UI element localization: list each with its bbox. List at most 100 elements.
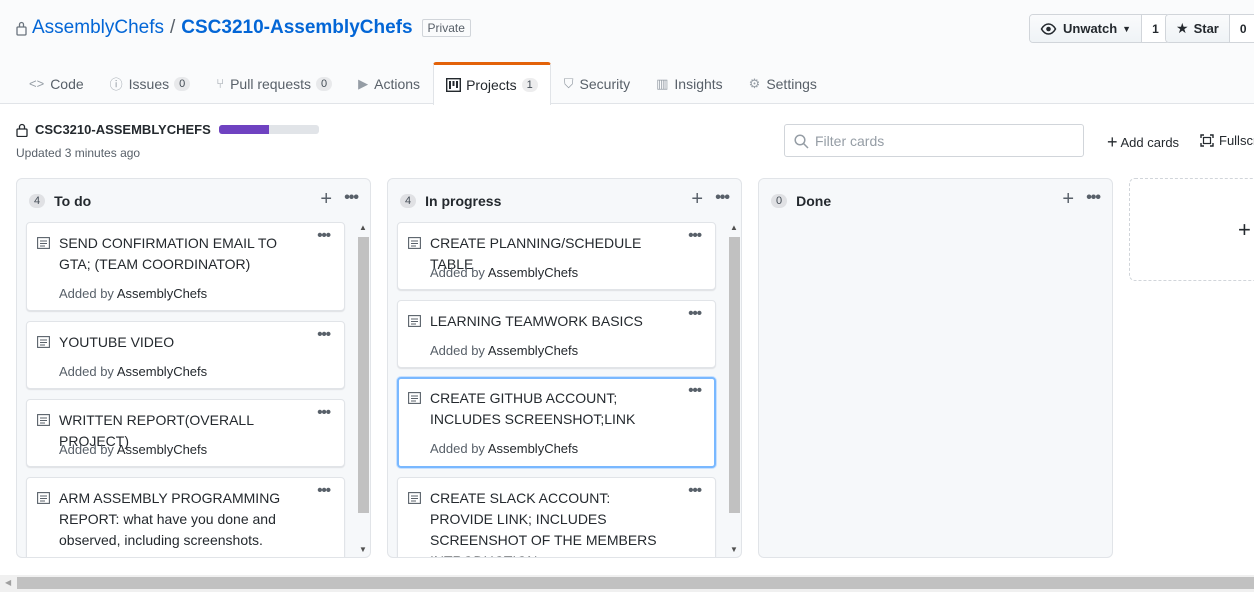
lock-icon [16, 21, 27, 36]
star-count[interactable]: 0 [1228, 15, 1254, 42]
card[interactable]: LEARNING TEAMWORK BASICS Added by Assemb… [397, 300, 716, 368]
scroll-up-arrow-icon[interactable]: ▲ [730, 223, 738, 232]
column-scrollbar[interactable]: ▲ ▼ [729, 223, 740, 557]
column-menu-icon[interactable]: ••• [1086, 189, 1101, 207]
tab-actions[interactable]: ▶ Actions [345, 62, 433, 104]
add-card-icon[interactable]: + [691, 188, 703, 211]
card-text: CREATE SLACK ACCOUNT: PROVIDE LINK; INCL… [430, 490, 657, 557]
scrollbar-thumb[interactable] [358, 237, 369, 513]
card[interactable]: YOUTUBE VIDEO Added by AssemblyChefs ••• [26, 321, 345, 389]
card[interactable]: CREATE SLACK ACCOUNT: PROVIDE LINK; INCL… [397, 477, 716, 557]
card-menu-icon[interactable]: ••• [317, 227, 331, 244]
tab-code-label: Code [50, 75, 84, 92]
card-added-by: Added by AssemblyChefs [430, 343, 578, 358]
shield-icon: ⛉ [563, 75, 574, 91]
column-scrollbar[interactable]: ▲ ▼ [358, 223, 369, 557]
added-by-prefix: Added by [430, 441, 485, 456]
tab-actions-label: Actions [374, 75, 421, 92]
unwatch-label: Unwatch [1063, 21, 1118, 36]
added-by-user[interactable]: AssemblyChefs [488, 343, 578, 358]
column-header: 0 Done + ••• [771, 188, 1101, 211]
card-menu-icon[interactable]: ••• [317, 482, 331, 499]
column-header: 4 In progress + ••• [400, 188, 730, 211]
add-cards-button[interactable]: + Add cards [1107, 133, 1179, 151]
filter-cards-input[interactable]: Filter cards [784, 124, 1084, 157]
note-icon [408, 392, 421, 404]
note-icon [408, 237, 421, 249]
card-selected[interactable]: CREATE GITHUB ACCOUNT; INCLUDES SCREENSH… [397, 377, 716, 468]
tab-pull-requests-label: Pull requests [230, 75, 312, 92]
column-title: To do [54, 193, 92, 209]
lock-icon [16, 123, 28, 137]
search-icon [794, 134, 809, 149]
filter-cards-placeholder: Filter cards [815, 132, 885, 149]
unwatch-button[interactable]: Unwatch ▼ [1030, 15, 1142, 42]
tab-projects-label: Projects [466, 77, 517, 93]
added-by-user[interactable]: AssemblyChefs [488, 441, 578, 456]
repo-owner-link[interactable]: AssemblyChefs [32, 17, 164, 39]
tab-pull-requests[interactable]: ⑂ Pull requests 0 [203, 62, 345, 104]
plus-icon: + [1107, 132, 1118, 152]
column-menu-icon[interactable]: ••• [344, 189, 359, 207]
card[interactable]: ARM ASSEMBLY PROGRAMMING REPORT: what ha… [26, 477, 345, 557]
card-menu-icon[interactable]: ••• [688, 305, 702, 322]
column-menu-icon[interactable]: ••• [715, 189, 730, 207]
card-menu-icon[interactable]: ••• [317, 404, 331, 421]
added-by-user[interactable]: AssemblyChefs [117, 286, 207, 301]
fullscreen-icon [1200, 134, 1214, 147]
column-title: Done [796, 193, 832, 209]
card-added-by: Added by AssemblyChefs [59, 286, 207, 301]
card-menu-icon[interactable]: ••• [688, 227, 702, 244]
horizontal-scrollbar[interactable]: ◀ [0, 575, 1254, 592]
card[interactable]: SEND CONFIRMATION EMAIL TO GTA; (TEAM CO… [26, 222, 345, 311]
star-button[interactable]: ★ Star [1166, 15, 1229, 42]
card-text: CREATE GITHUB ACCOUNT; INCLUDES SCREENSH… [430, 390, 636, 427]
tab-issues[interactable]: ⓘ Issues 0 [97, 62, 204, 104]
tab-settings-label: Settings [766, 75, 817, 92]
added-by-user[interactable]: AssemblyChefs [117, 442, 207, 457]
project-updated-time: Updated 3 minutes ago [16, 146, 141, 160]
gear-icon: ⚙ [748, 75, 761, 91]
tab-insights-label: Insights [674, 75, 723, 92]
scroll-left-arrow-icon[interactable]: ◀ [5, 578, 11, 587]
card[interactable]: CREATE PLANNING/SCHEDULE TABLE Added by … [397, 222, 716, 290]
issue-icon: ⓘ [109, 77, 123, 92]
play-icon: ▶ [358, 75, 369, 91]
fullscreen-button[interactable]: Fullscreen [1200, 133, 1254, 148]
scrollbar-thumb[interactable] [17, 577, 1254, 589]
repo-name-link[interactable]: CSC3210-AssemblyChefs [181, 17, 412, 39]
scrollbar-thumb[interactable] [729, 237, 740, 513]
tab-insights[interactable]: ▥ Insights [643, 62, 736, 104]
tab-settings[interactable]: ⚙ Settings [736, 62, 830, 104]
repo-tabs: <> Code ⓘ Issues 0 ⑂ Pull requests 0 ▶ A… [16, 62, 830, 105]
project-icon [446, 78, 462, 92]
add-card-icon[interactable]: + [320, 188, 332, 211]
graph-icon: ▥ [656, 75, 669, 91]
repo-header: AssemblyChefs / CSC3210-AssemblyChefs Pr… [0, 0, 1254, 105]
card-menu-icon[interactable]: ••• [688, 482, 702, 499]
pull-request-icon: ⑂ [216, 76, 225, 91]
scroll-up-arrow-icon[interactable]: ▲ [359, 223, 367, 232]
add-cards-label: Add cards [1120, 134, 1180, 150]
column-card-count: 4 [29, 194, 46, 208]
column-header: 4 To do + ••• [29, 188, 359, 211]
card[interactable]: WRITTEN REPORT(OVERALL PROJECT) Added by… [26, 399, 345, 467]
add-card-icon[interactable]: + [1062, 188, 1074, 211]
scroll-down-arrow-icon[interactable]: ▼ [730, 545, 738, 554]
project-progress-bar [219, 125, 319, 134]
note-icon [37, 237, 50, 249]
column-card-count: 0 [771, 194, 788, 208]
tab-projects[interactable]: Projects 1 [433, 62, 551, 105]
visibility-badge: Private [421, 19, 471, 37]
column-card-count: 4 [400, 194, 417, 208]
scroll-down-arrow-icon[interactable]: ▼ [359, 545, 367, 554]
card-menu-icon[interactable]: ••• [688, 382, 702, 399]
card-menu-icon[interactable]: ••• [317, 326, 331, 343]
added-by-user[interactable]: AssemblyChefs [117, 364, 207, 379]
card-text: ARM ASSEMBLY PROGRAMMING REPORT: what ha… [59, 490, 281, 548]
project-title: CSC3210-ASSEMBLYCHEFS [16, 122, 211, 137]
tab-code[interactable]: <> Code [16, 62, 97, 104]
added-by-user[interactable]: AssemblyChefs [488, 265, 578, 280]
tab-security[interactable]: ⛉ Security [551, 62, 643, 104]
add-column-button[interactable]: + [1129, 178, 1254, 281]
